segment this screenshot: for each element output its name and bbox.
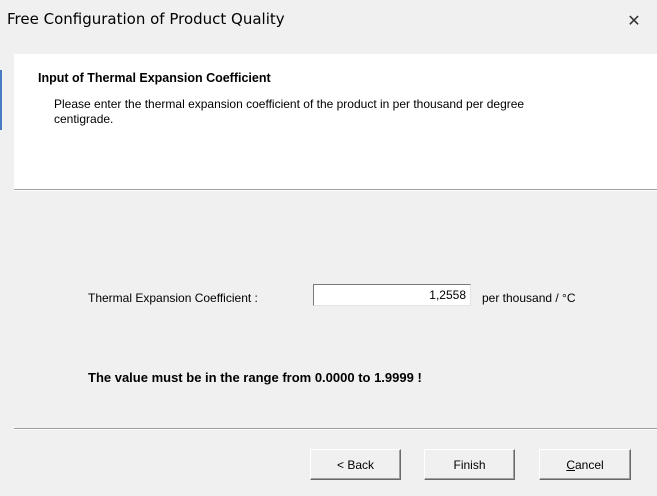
cancel-label-rest: ancel — [574, 457, 604, 472]
unit-label: per thousand / °C — [482, 291, 576, 305]
window-title: Free Configuration of Product Quality — [7, 10, 285, 28]
coefficient-label: Thermal Expansion Coefficient : — [88, 291, 258, 305]
footer-divider-highlight — [14, 429, 657, 430]
cancel-mnemonic: C — [566, 457, 575, 472]
header-panel: Input of Thermal Expansion Coefficient P… — [14, 54, 657, 189]
finish-button[interactable]: Finish — [424, 449, 515, 480]
close-icon[interactable]: ✕ — [623, 10, 645, 32]
title-bar: Free Configuration of Product Quality ✕ — [0, 0, 657, 45]
window-edge-accent — [0, 70, 2, 130]
page-heading: Input of Thermal Expansion Coefficient — [38, 71, 271, 85]
header-divider-highlight — [14, 190, 657, 191]
back-button[interactable]: < Back — [310, 449, 401, 480]
range-note: The value must be in the range from 0.00… — [88, 370, 422, 385]
coefficient-input[interactable] — [313, 284, 471, 306]
page-description: Please enter the thermal expansion coeff… — [54, 97, 525, 126]
cancel-button[interactable]: Cancel — [539, 449, 631, 480]
